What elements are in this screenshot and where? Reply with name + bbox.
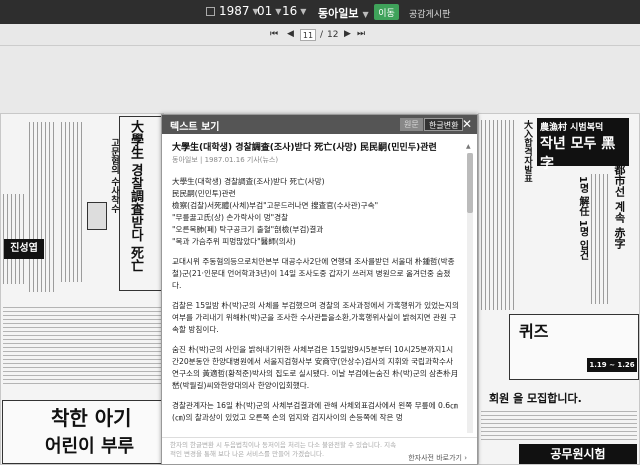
subhead-line: 民民嗣(민민투)관련	[172, 189, 236, 198]
right-headline-top: 農漁村 시범복덕	[540, 123, 604, 133]
article-paragraph: 검찰은 15일밤 朴(박)군의 사체를 부검했으며 경찰의 조사과정에서 가혹행…	[172, 301, 460, 334]
month-value: 01	[257, 4, 273, 18]
modal-header: 텍스트 보기 원문 한글변환 ✕	[162, 115, 477, 134]
tab-original[interactable]: 원문	[400, 118, 423, 131]
right-headline-box: 農漁村 시범복덕 작년 모두 黑字	[537, 118, 629, 172]
subhead-line: "무릎꿇고氏(상) 손가락사이 멍"경찰	[172, 213, 289, 222]
year-select[interactable]: 1987 ▼	[219, 4, 259, 18]
first-page-icon[interactable]: ⏮	[270, 29, 278, 39]
bottom-ad-subtitle: 어린이 부루	[45, 436, 135, 457]
right-column-head: 大入합격자발표	[522, 120, 532, 183]
modal-footer: 한자의 한글변환 시 두음법칙이나 동저이음 처리는 다소 불완전할 수 있습니…	[162, 437, 477, 465]
top-bar: 1987 ▼ 01 ▼ 16 ▼ 동아일보 ▼ 이동 공감게시판	[0, 0, 640, 24]
newspaper-value: 동아일보	[318, 7, 359, 20]
modal-body[interactable]: 大學生(대학생) 경찰調査(조사)받다 死亡(사망) 民民嗣(민민두)관련 동아…	[162, 134, 467, 434]
day-value: 16	[282, 4, 298, 18]
portrait-photo	[87, 202, 107, 230]
right-vertical-headline: 1명 解任 1명 입건	[577, 176, 588, 261]
quiz-dates: 1.19 ~ 1.26	[587, 358, 637, 372]
chevron-down-icon: ▼	[300, 6, 307, 16]
quiz-title: 퀴즈	[519, 322, 549, 341]
hanja-dictionary-link[interactable]: 한자사전 바로가기 ›	[408, 454, 467, 463]
subhead-line: "목과 가슴주위 피멍많았다"醫師(의사)	[172, 237, 296, 246]
left-headline: 大學生 경찰調査받다 死亡	[128, 120, 143, 273]
newspaper-select[interactable]: 동아일보 ▼	[318, 5, 369, 21]
right-vertical-headline-2: 都市선 계속 赤字	[613, 164, 626, 249]
chevron-down-icon: ▼	[275, 6, 282, 16]
year-value: 1987	[219, 4, 250, 18]
article-title: 大學生(대학생) 경찰調査(조사)받다 死亡(사망) 民民嗣(민민두)관련	[172, 143, 437, 153]
footer-notice: 한자의 한글변환 시 두음법칙이나 동저이음 처리는 다소 불완전할 수 있습니…	[170, 441, 397, 458]
next-page-icon[interactable]: ▶	[344, 29, 351, 39]
last-page-icon[interactable]: ⏭	[357, 29, 365, 39]
article-meta: 동아일보 | 1987.01.16 기사(뉴스)	[172, 156, 279, 164]
page-separator: /	[320, 30, 324, 40]
day-select[interactable]: 16 ▼	[282, 4, 306, 18]
article-paragraph: 교대시위 주동혐의등으로치안본부 대공수사2단에 연행돼 조사를받던 서울대 朴…	[172, 257, 455, 290]
bottom-right-ad: 공무원시험	[519, 444, 637, 464]
newspaper-page-left: 大學生 경찰調査받다 死亡 고문혐의 수사착수 진성엽 착한 아기 어린이 부루	[0, 113, 164, 465]
month-select[interactable]: 01 ▼	[257, 4, 281, 18]
modal-title: 텍스트 보기	[170, 122, 220, 133]
recruit-ad: 회원 을 모집합니다.	[489, 392, 582, 405]
article-paragraph: 숨진 朴(박)군의 사인을 밝혀내기위한 사체부검은 15일밤9시5분부터 10…	[172, 345, 459, 390]
subhead-line: 檢察(검찰)서死體(사체)부검"고문드러나면 搜査官(수사관)구속"	[172, 201, 379, 210]
subhead-line: "오른목肺(폐) 탁구공크기 출혈"剖檢(부검)결과	[172, 225, 324, 234]
total-pages: 12	[327, 30, 339, 40]
text-view-modal: 텍스트 보기 원문 한글변환 ✕ 大學生(대학생) 경찰調査(조사)받다 死亡(…	[161, 114, 478, 465]
article-paragraph: 경찰관계자는 16일 朴(박)군의 사체부검결과에 관해 사체외표검사에서 왼쪽…	[172, 401, 458, 422]
current-page-input[interactable]: 11	[300, 29, 316, 41]
scroll-up-icon[interactable]: ▲	[466, 143, 471, 150]
subhead-line: 大學生(대학생) 경찰調査(조사)받다 死亡(사망)	[172, 177, 325, 186]
left-ad-box: 진성엽	[4, 239, 44, 259]
scrollbar-thumb[interactable]	[467, 153, 473, 213]
board-link[interactable]: 공감게시판	[409, 7, 450, 20]
page-navigator: ⏮ ◀ 11 / 12 ▶ ⏭	[0, 24, 640, 46]
move-button[interactable]: 이동	[374, 4, 399, 20]
bottom-ad-title: 착한 아기	[51, 406, 132, 430]
close-icon[interactable]: ✕	[462, 117, 472, 131]
calendar-icon[interactable]	[206, 7, 215, 16]
newspaper-page-right: 大入합격자발표 農漁村 시범복덕 작년 모두 黑字 1명 解任 1명 입건 都市…	[478, 113, 640, 465]
chevron-down-icon: ▼	[362, 10, 369, 19]
tab-korean-convert[interactable]: 한글변환	[424, 118, 464, 131]
left-subhead: 고문혐의 수사착수	[109, 138, 119, 214]
prev-page-icon[interactable]: ◀	[287, 29, 294, 39]
